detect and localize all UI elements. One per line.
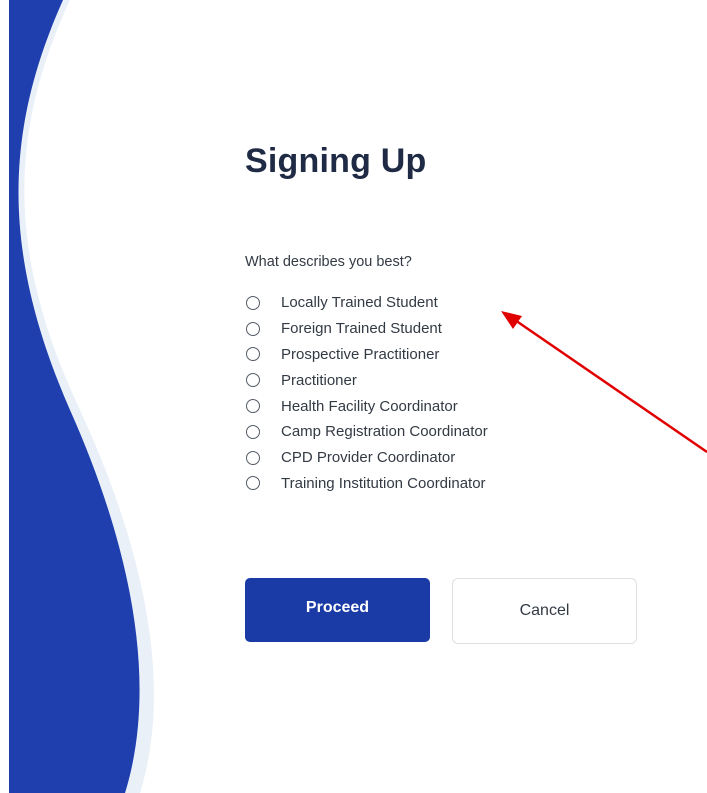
- radio-button[interactable]: [246, 450, 260, 465]
- role-option-training-institution-coordinator[interactable]: Training Institution Coordinator: [245, 471, 488, 497]
- option-label: CPD Provider Coordinator: [281, 449, 456, 467]
- radio-button[interactable]: [246, 321, 260, 336]
- option-label: Health Facility Coordinator: [281, 397, 458, 415]
- option-label: Practitioner: [281, 371, 357, 389]
- option-label: Prospective Practitioner: [281, 345, 440, 363]
- role-options-list: Locally Trained Student Foreign Trained …: [245, 290, 488, 496]
- option-label: Foreign Trained Student: [281, 320, 442, 338]
- cancel-button[interactable]: Cancel: [452, 578, 637, 644]
- radio-button[interactable]: [246, 295, 260, 310]
- question-label: What describes you best?: [245, 254, 412, 270]
- role-option-prospective-practitioner[interactable]: Prospective Practitioner: [245, 342, 488, 368]
- role-option-practitioner[interactable]: Practitioner: [245, 367, 488, 393]
- option-label: Camp Registration Coordinator: [281, 423, 488, 441]
- role-option-health-facility-coordinator[interactable]: Health Facility Coordinator: [245, 393, 488, 419]
- radio-button[interactable]: [246, 399, 260, 414]
- radio-button[interactable]: [246, 373, 260, 388]
- role-option-camp-registration-coordinator[interactable]: Camp Registration Coordinator: [245, 419, 488, 445]
- radio-button[interactable]: [246, 347, 260, 362]
- role-option-cpd-provider-coordinator[interactable]: CPD Provider Coordinator: [245, 445, 488, 471]
- radio-button[interactable]: [246, 476, 260, 491]
- left-edge-strip: [0, 0, 9, 793]
- option-label: Locally Trained Student: [281, 294, 438, 312]
- proceed-button[interactable]: Proceed: [245, 578, 430, 642]
- option-label: Training Institution Coordinator: [281, 474, 486, 492]
- role-option-foreign-trained-student[interactable]: Foreign Trained Student: [245, 316, 488, 342]
- page-title: Signing Up: [245, 142, 427, 180]
- role-option-locally-trained-student[interactable]: Locally Trained Student: [245, 290, 488, 316]
- radio-button[interactable]: [246, 424, 260, 439]
